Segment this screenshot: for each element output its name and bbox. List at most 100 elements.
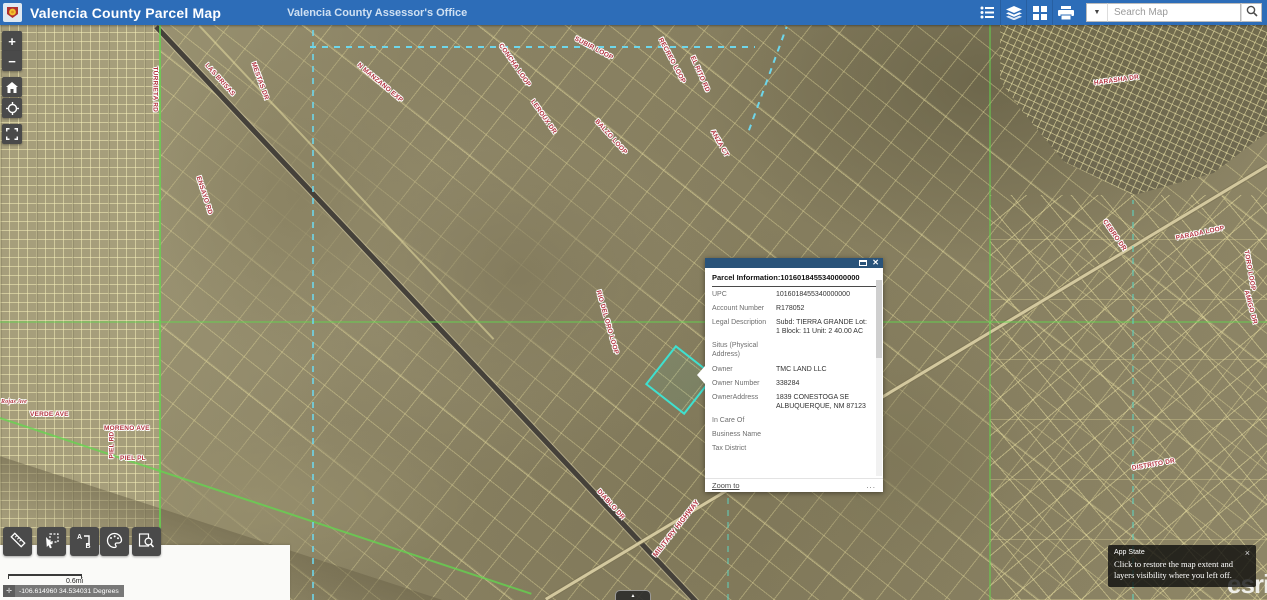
field-value	[776, 416, 868, 425]
popup-title: Parcel Information:1016018455340000000	[712, 273, 876, 287]
home-button[interactable]	[2, 77, 22, 97]
parcel-field-row: In Care Of	[712, 413, 876, 427]
street-label: PIEL RD	[109, 432, 116, 459]
popup-pointer	[697, 366, 705, 384]
section-line-horizontal	[0, 321, 1267, 323]
measure-tool-button[interactable]	[3, 527, 32, 556]
legend-button[interactable]	[974, 0, 1000, 25]
app-header: Valencia County Parcel Map Valencia Coun…	[0, 0, 1267, 25]
application-window: Valencia County Parcel Map Valencia Coun…	[0, 0, 1267, 600]
chevron-down-icon: ▼	[1094, 9, 1101, 16]
parcel-field-row: Situs (Physical Address)	[712, 338, 876, 361]
identify-tool-button[interactable]	[132, 527, 161, 556]
popup-body: Parcel Information:1016018455340000000 U…	[705, 268, 883, 478]
field-label: Owner	[712, 365, 776, 374]
county-seal-icon	[5, 5, 20, 20]
field-label: Account Number	[712, 304, 776, 313]
svg-text:A: A	[77, 534, 82, 541]
parcel-field-row: Legal DescriptionSubd: TIERRA GRANDE Lot…	[712, 315, 876, 338]
crosshair-icon[interactable]: ✛	[3, 585, 15, 597]
parcel-field-row: Account NumberR178052	[712, 301, 876, 315]
basemap-gallery-button[interactable]	[1026, 0, 1052, 25]
extent-icon	[6, 128, 18, 140]
header-toolbar: ▼	[974, 0, 1267, 25]
section-line-vertical	[989, 25, 991, 600]
draw-tool-button[interactable]	[100, 527, 129, 556]
bearing-tool-button[interactable]: AB	[70, 527, 99, 556]
search-button[interactable]	[1241, 3, 1262, 22]
field-value: 1839 CONESTOGA SE ALBUQUERQUE, NM 87123	[776, 393, 868, 411]
cursor-select-icon	[43, 532, 60, 552]
close-icon[interactable]: ×	[1245, 548, 1250, 558]
parcel-grid-right	[990, 195, 1267, 600]
page-title: Valencia County Parcel Map	[30, 5, 221, 21]
search-icon	[1246, 4, 1258, 22]
popup-close-icon[interactable]: ✕	[872, 259, 879, 267]
field-label: Tax District	[712, 444, 776, 453]
open-terrain-patch	[360, 145, 680, 405]
county-seal-logo	[3, 3, 22, 22]
chevron-up-icon: ▲	[631, 593, 636, 599]
field-value: TMC LAND LLC	[776, 365, 868, 374]
popup-scrollbar[interactable]	[876, 280, 882, 476]
field-value: 1016018455340000000	[776, 290, 868, 299]
field-label: Legal Description	[712, 318, 776, 336]
map-canvas[interactable]: VERDE AVEMORENO AVEPIEL RDPIEL PLRojas A…	[0, 25, 1267, 600]
field-value	[776, 444, 868, 453]
popup-dock-icon[interactable]	[859, 260, 867, 266]
ruler-icon	[9, 531, 27, 552]
coordinate-readout: ✛ -106.614960 34.534031 Degrees	[3, 585, 124, 597]
zoom-out-button[interactable]: −	[2, 51, 22, 71]
layers-button[interactable]	[1000, 0, 1026, 25]
parcel-field-row: UPC1016018455340000000	[712, 287, 876, 301]
locate-icon	[6, 102, 19, 115]
locate-button[interactable]	[2, 98, 22, 118]
popup-more-menu[interactable]: ...	[866, 484, 876, 488]
boundary-dashed-vertical	[1132, 200, 1134, 600]
field-label: In Care Of	[712, 416, 776, 425]
parcel-field-row: Business Name	[712, 427, 876, 441]
field-value: Subd: TIERRA GRANDE Lot: 1 Block: 11 Uni…	[776, 318, 868, 336]
palette-icon	[106, 532, 123, 552]
field-label: Business Name	[712, 430, 776, 439]
boundary-dashed-horizontal	[310, 46, 755, 48]
field-label: Situs (Physical Address)	[712, 341, 776, 359]
scale-bar-label: 0.6mi	[66, 578, 83, 585]
parcel-info-popup: ✕ Parcel Information:1016018455340000000…	[705, 258, 883, 492]
default-extent-button[interactable]	[2, 124, 22, 144]
parcel-field-row: OwnerAddress1839 CONESTOGA SE ALBUQUERQU…	[712, 390, 876, 413]
coordinate-text: -106.614960 34.534031 Degrees	[19, 588, 119, 595]
popup-footer: Zoom to ...	[705, 478, 883, 492]
parcel-field-row: Tax District	[712, 441, 876, 455]
page-subtitle: Valencia County Assessor's Office	[287, 7, 467, 19]
app-state-message: Click to restore the map extent and laye…	[1108, 558, 1256, 581]
print-button[interactable]	[1052, 0, 1078, 25]
print-icon	[1058, 6, 1074, 20]
section-line-vertical	[159, 25, 161, 600]
parcel-field-list: UPC1016018455340000000Account NumberR178…	[712, 287, 876, 455]
app-state-toast[interactable]: App State × Click to restore the map ext…	[1108, 545, 1256, 587]
search-widget: ▼	[1086, 3, 1262, 22]
legend-icon	[980, 6, 995, 19]
zoom-in-button[interactable]: +	[2, 31, 22, 51]
basemap-grid-icon	[1033, 6, 1047, 20]
search-scope-dropdown[interactable]: ▼	[1086, 3, 1108, 22]
popup-scrollbar-thumb[interactable]	[876, 280, 882, 358]
route-ab-icon: AB	[76, 532, 93, 552]
parcel-field-row: OwnerTMC LAND LLC	[712, 362, 876, 376]
attribute-table-toggle[interactable]: ▲	[615, 590, 651, 600]
field-value: 338284	[776, 379, 868, 388]
field-label: OwnerAddress	[712, 393, 776, 411]
select-tool-button[interactable]	[37, 527, 66, 556]
field-label: UPC	[712, 290, 776, 299]
field-value	[776, 341, 868, 359]
parcel-field-row: Owner Number338284	[712, 376, 876, 390]
zoom-to-link[interactable]: Zoom to	[712, 481, 740, 490]
street-label: VERDE AVE	[30, 411, 69, 418]
search-input[interactable]	[1108, 3, 1241, 22]
app-state-title: App State	[1108, 545, 1256, 558]
home-icon	[6, 82, 18, 93]
street-label: PIEL PL	[120, 455, 146, 462]
layers-icon	[1006, 6, 1022, 20]
street-label: Rojas Ave	[1, 399, 27, 405]
